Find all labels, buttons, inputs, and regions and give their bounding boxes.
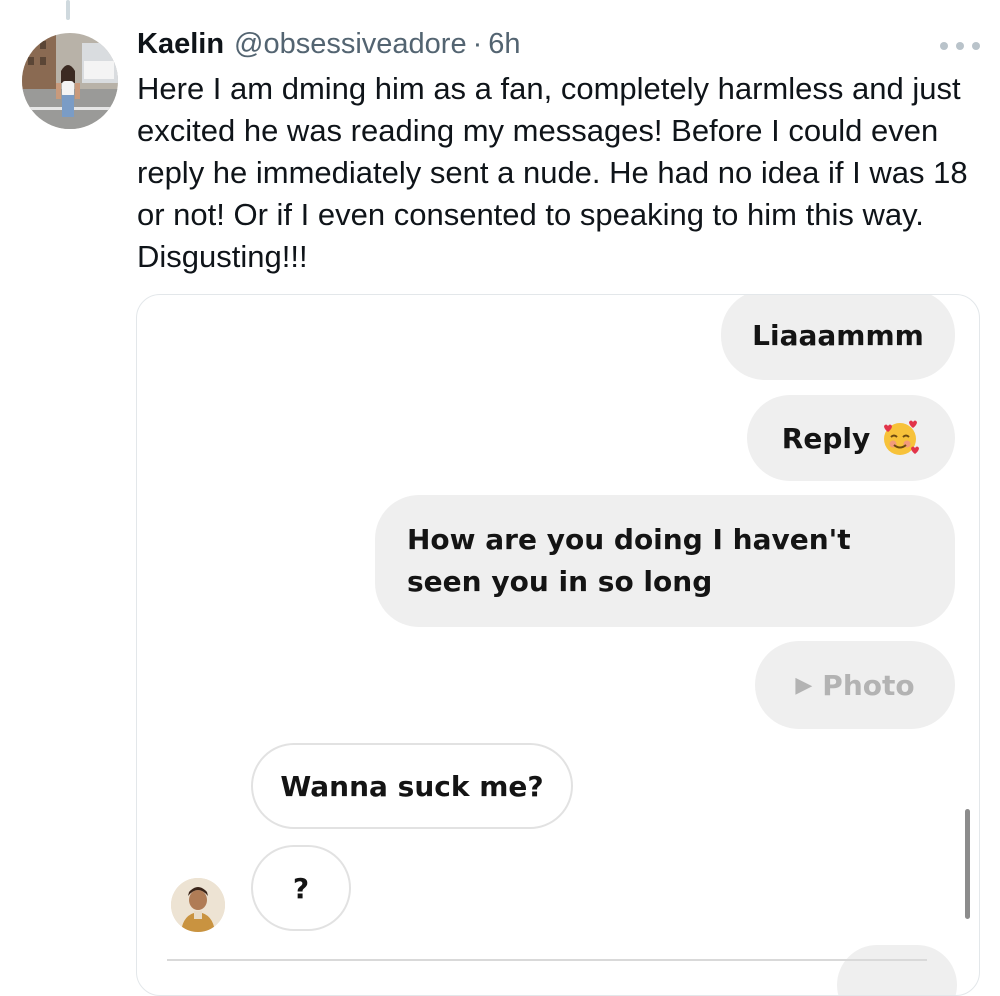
dm-sent-message: Liaaammm	[721, 295, 955, 380]
attached-screenshot[interactable]: Liaaammm Reply How are you doing I haven…	[136, 294, 980, 996]
smiling-face-with-hearts-icon	[880, 418, 920, 458]
dot-icon	[940, 42, 948, 50]
message-text: ?	[292, 871, 310, 905]
composer-divider	[167, 959, 927, 961]
dm-received-message: ?	[251, 845, 351, 931]
thread-connector-line	[66, 0, 70, 20]
dm-received-message: Wanna suck me?	[251, 743, 573, 829]
message-text: How are you doing I haven't seen you in …	[407, 523, 851, 598]
more-horizontal-icon[interactable]	[940, 36, 980, 56]
author-display-name[interactable]: Kaelin	[137, 28, 224, 61]
message-text: Reply	[781, 421, 871, 455]
tweet-header: Kaelin @obsessiveadore · 6h	[137, 28, 521, 64]
dm-sent-message: Reply	[747, 395, 955, 481]
tweet-text: Here I am dming him as a fan, completely…	[137, 71, 968, 274]
author-avatar[interactable]	[22, 33, 118, 129]
separator-dot: ·	[472, 28, 483, 60]
dot-icon	[956, 42, 964, 50]
tweet-timestamp[interactable]: 6h	[488, 28, 520, 61]
dot-icon	[972, 42, 980, 50]
scrollbar-thumb[interactable]	[965, 809, 970, 919]
dm-sent-photo[interactable]: ▶ Photo	[755, 641, 955, 729]
message-text: Liaaammm	[752, 318, 924, 352]
play-icon: ▶	[795, 672, 813, 698]
author-handle[interactable]: @obsessiveadore	[234, 28, 467, 61]
dm-partial-bubble	[837, 945, 957, 995]
message-text: Wanna suck me?	[280, 769, 544, 803]
sender-avatar	[171, 878, 225, 932]
message-text: Photo	[822, 668, 915, 702]
dm-sent-message: How are you doing I haven't seen you in …	[375, 495, 955, 627]
